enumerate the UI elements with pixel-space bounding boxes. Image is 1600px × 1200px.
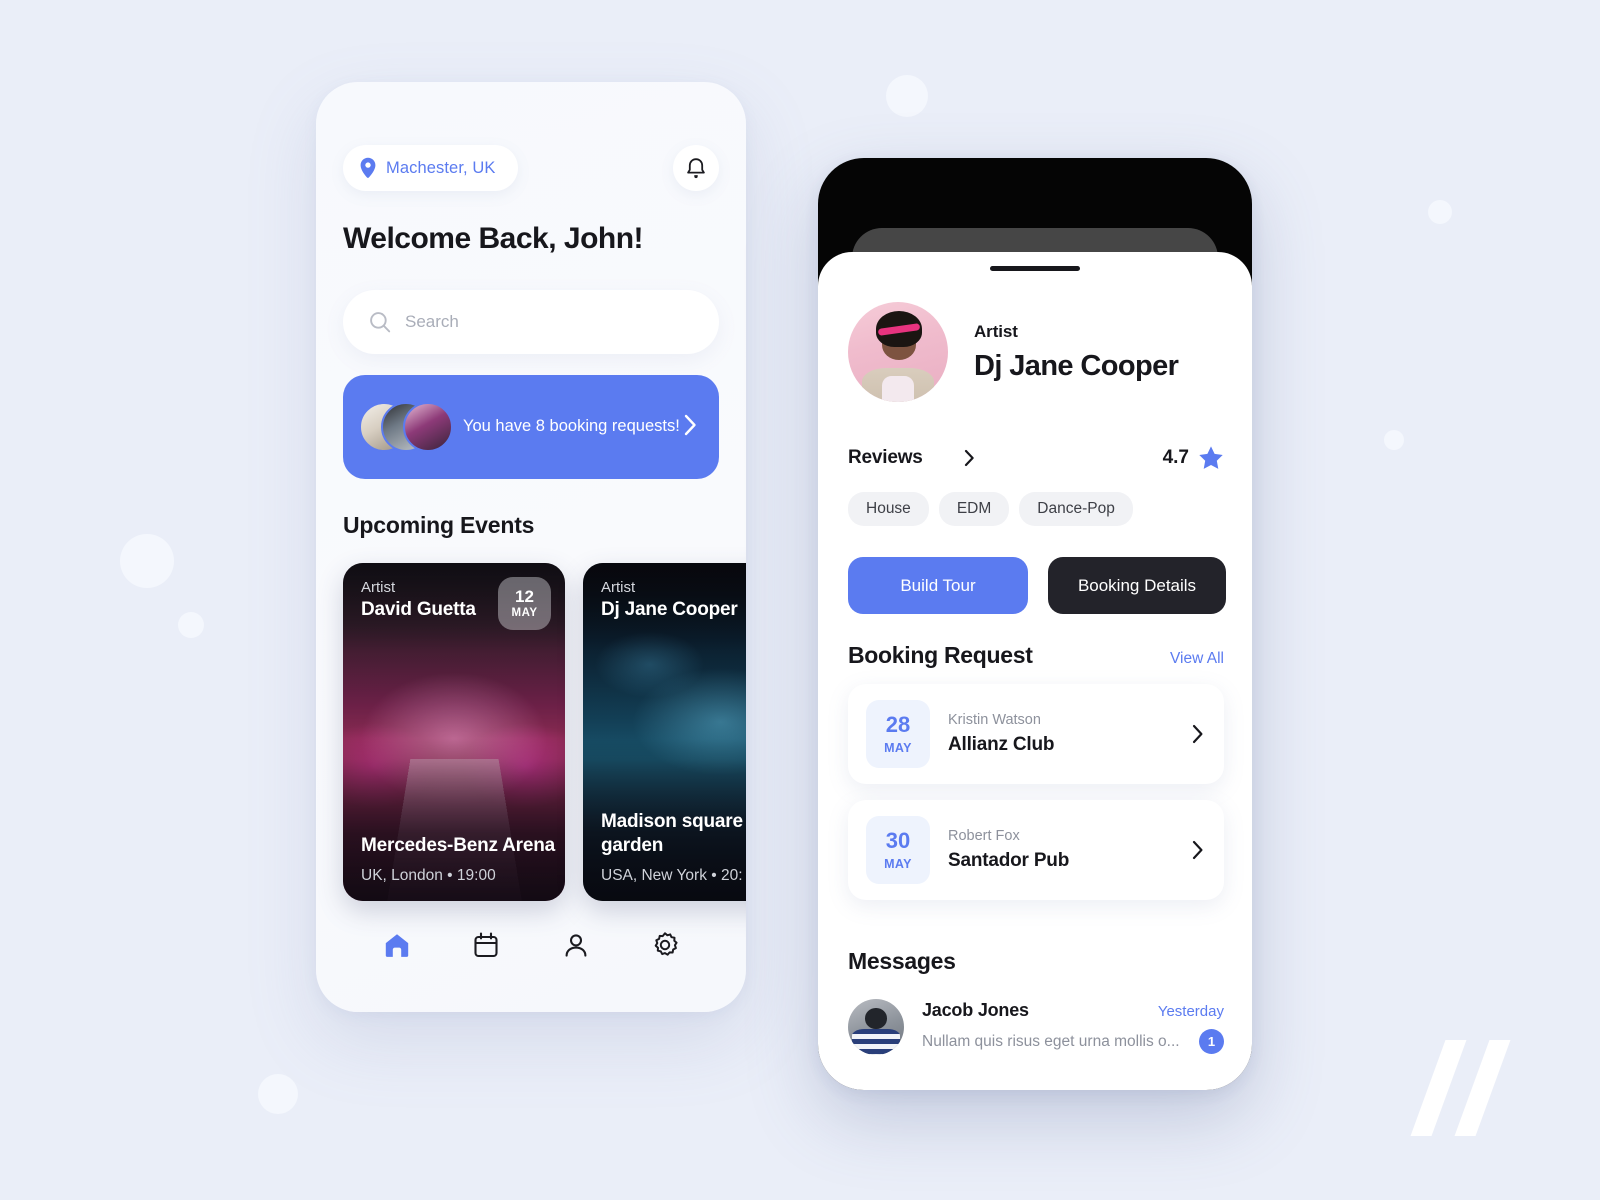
- event-artist-name: Dj Jane Cooper: [601, 599, 738, 620]
- event-footer: Madison square garden USA, New York • 20…: [601, 810, 746, 885]
- message-list-item[interactable]: Jacob Jones Yesterday Nullam quis risus …: [848, 994, 1224, 1060]
- nav-item-profile[interactable]: [552, 921, 600, 969]
- home-icon: [385, 934, 408, 957]
- booking-details-button[interactable]: Booking Details: [1048, 557, 1226, 614]
- notifications-button[interactable]: [673, 145, 719, 191]
- event-meta: UK, London • 19:00: [361, 867, 496, 884]
- rating-value: 4.7: [1162, 447, 1189, 468]
- calendar-icon: [474, 932, 498, 958]
- request-date-chip: 30 MAY: [866, 816, 930, 884]
- message-preview-text: Nullam quis risus eget urna mollis o...: [922, 1032, 1180, 1050]
- gear-icon: [654, 932, 678, 956]
- drag-handle[interactable]: [990, 266, 1080, 271]
- upcoming-events-list: Artist David Guetta 12 MAY Mercedes-Benz…: [343, 563, 746, 901]
- bottom-navigation-bar: [316, 900, 746, 1012]
- event-venue: Madison square garden: [601, 810, 743, 857]
- background-circle: [886, 75, 928, 117]
- rating-display: 4.7: [1163, 445, 1224, 471]
- event-header: Artist Dj Jane Cooper: [601, 579, 746, 621]
- chevron-right-icon[interactable]: [1192, 724, 1204, 744]
- reviews-row: Reviews 4.7: [848, 445, 1224, 471]
- event-footer: Mercedes-Benz Arena UK, London • 19:00: [361, 834, 555, 885]
- genre-tag[interactable]: House: [848, 492, 929, 526]
- artist-bottom-sheet: Artist Dj Jane Cooper Reviews 4.7 House …: [818, 252, 1252, 1090]
- event-meta: USA, New York • 20:: [601, 867, 743, 884]
- location-label: Machester, UK: [386, 158, 496, 177]
- build-tour-button[interactable]: Build Tour: [848, 557, 1028, 614]
- genre-tag-list: House EDM Dance-Pop: [848, 492, 1133, 526]
- booking-requests-banner[interactable]: You have 8 booking requests!: [343, 375, 719, 479]
- genre-tag[interactable]: Dance-Pop: [1019, 492, 1133, 526]
- message-sender-name: Jacob Jones: [922, 1000, 1029, 1020]
- request-date-chip: 28 MAY: [866, 700, 930, 768]
- view-all-link[interactable]: View All: [1170, 650, 1224, 668]
- event-card[interactable]: Artist David Guetta 12 MAY Mercedes-Benz…: [343, 563, 565, 901]
- request-date-month: MAY: [884, 856, 912, 871]
- location-pin-icon: [360, 157, 376, 178]
- upcoming-events-title: Upcoming Events: [343, 512, 535, 538]
- request-date-month: MAY: [884, 740, 912, 755]
- background-circle: [1384, 430, 1404, 450]
- search-placeholder: Search: [405, 312, 459, 331]
- artist-avatar: [848, 302, 948, 402]
- search-icon: [370, 312, 391, 333]
- location-selector[interactable]: Machester, UK: [343, 145, 518, 191]
- request-venue-name: Santador Pub: [948, 850, 1070, 871]
- messages-section-header: Messages: [848, 948, 1224, 975]
- artist-name: Dj Jane Cooper: [974, 349, 1179, 382]
- bell-icon: [687, 157, 705, 178]
- artist-detail-phone: Artist Dj Jane Cooper Reviews 4.7 House …: [818, 158, 1252, 1090]
- request-date-day: 30: [885, 827, 911, 853]
- chevron-right-icon: [684, 414, 697, 441]
- event-role-label: Artist: [601, 579, 636, 596]
- banner-text: You have 8 booking requests!: [463, 417, 680, 436]
- booking-request-row[interactable]: 28 MAY Kristin Watson Allianz Club: [848, 684, 1224, 784]
- person-icon: [565, 934, 587, 957]
- unread-count-badge: 1: [1199, 1029, 1224, 1054]
- artist-action-buttons: Build Tour Booking Details: [848, 557, 1226, 614]
- request-person-name: Robert Fox: [948, 828, 1020, 844]
- artist-profile-header: Artist Dj Jane Cooper: [848, 302, 1179, 402]
- artist-role-label: Artist: [974, 321, 1018, 341]
- genre-tag[interactable]: EDM: [938, 492, 1010, 526]
- search-input[interactable]: Search: [343, 290, 719, 354]
- reviews-chevron-right-icon[interactable]: [964, 449, 975, 467]
- reviews-label: Reviews: [848, 447, 923, 468]
- event-date-day: 12: [515, 586, 534, 606]
- requester-avatar-stack: [359, 402, 453, 452]
- chevron-right-icon[interactable]: [1192, 840, 1204, 860]
- request-venue-name: Allianz Club: [948, 734, 1055, 755]
- background-circle: [258, 1074, 298, 1114]
- event-date-month: MAY: [511, 607, 538, 620]
- avatar: [403, 402, 453, 452]
- event-card[interactable]: Artist Dj Jane Cooper Madison square gar…: [583, 563, 746, 901]
- background-circle: [120, 534, 174, 588]
- messages-title: Messages: [848, 948, 956, 974]
- request-date-day: 28: [885, 711, 911, 737]
- home-top-bar: Machester, UK: [316, 142, 746, 194]
- contact-avatar: [848, 999, 904, 1055]
- booking-request-title: Booking Request: [848, 642, 1033, 668]
- background-circle: [1428, 200, 1452, 224]
- nav-item-home[interactable]: [373, 921, 421, 969]
- booking-request-section-header: Booking Request View All: [848, 642, 1224, 669]
- home-screen-phone: Machester, UK Welcome Back, John! Search…: [316, 82, 746, 1012]
- booking-request-row[interactable]: 30 MAY Robert Fox Santador Pub: [848, 800, 1224, 900]
- nav-item-calendar[interactable]: [462, 921, 510, 969]
- brand-slashes-logo: [1410, 1040, 1524, 1140]
- nav-item-settings[interactable]: [641, 921, 689, 969]
- request-person-name: Kristin Watson: [948, 712, 1041, 728]
- star-icon: [1199, 446, 1223, 469]
- background-circle: [178, 612, 204, 638]
- event-date-badge: 12 MAY: [498, 577, 551, 630]
- message-timestamp: Yesterday: [1157, 1003, 1224, 1020]
- event-venue: Mercedes-Benz Arena: [361, 835, 556, 857]
- welcome-title: Welcome Back, John!: [343, 222, 644, 255]
